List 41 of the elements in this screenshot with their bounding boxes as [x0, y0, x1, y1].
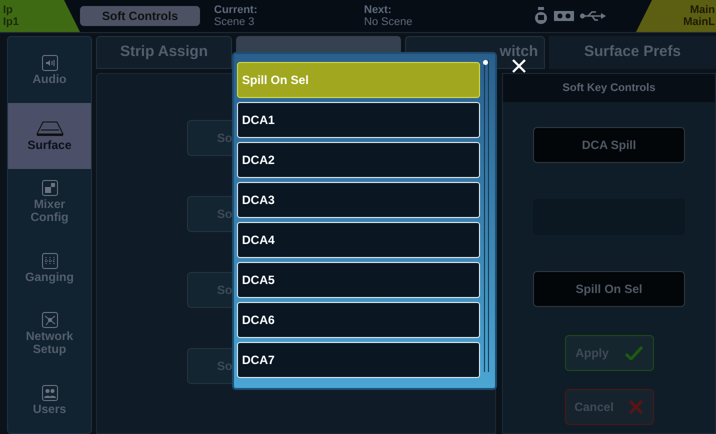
scrollbar[interactable]: [484, 60, 489, 372]
tape-icon: [554, 11, 574, 21]
sidebar-item[interactable]: Network Setup: [8, 301, 91, 367]
mixer-config-icon: [42, 180, 58, 196]
list-option[interactable]: Spill On Sel: [237, 62, 480, 98]
close-icon[interactable]: [512, 59, 526, 73]
current-label: Current:: [214, 4, 258, 16]
console-icon: [36, 120, 64, 136]
list-option[interactable]: DCA5: [237, 262, 480, 298]
grid-icon: [42, 252, 58, 268]
sidebar-item[interactable]: Mixer Config: [8, 169, 91, 235]
panel-header: Soft Key Controls: [503, 74, 715, 102]
list-option[interactable]: DCA6: [237, 302, 480, 338]
list-option[interactable]: DCA2: [237, 142, 480, 178]
sidebar-item[interactable]: Users: [8, 367, 91, 433]
output-label: MainL: [683, 16, 715, 28]
list-option[interactable]: DCA7: [237, 342, 480, 378]
sidebar-item[interactable]: Ganging: [8, 235, 91, 301]
network-port-icon: [534, 7, 548, 25]
input-name: Ip: [3, 4, 14, 16]
list-option[interactable]: DCA3: [237, 182, 480, 218]
sidebar-item[interactable]: Surface: [8, 103, 91, 169]
speaker-icon: [42, 54, 58, 70]
sidebar-item[interactable]: Audio: [8, 37, 91, 103]
check-icon: [624, 346, 643, 360]
next-scene: No Scene: [364, 16, 414, 28]
list-option[interactable]: DCA4: [237, 222, 480, 258]
users-icon: [42, 384, 58, 400]
next-label: Next:: [364, 4, 393, 16]
current-scene: Scene 3: [214, 16, 256, 28]
input-label: Ip1: [3, 16, 20, 28]
surface-prefs-tab[interactable]: Surface Prefs: [549, 36, 716, 69]
strip-assign-tab[interactable]: Strip Assign: [96, 36, 232, 69]
soft-controls-tab[interactable]: Soft Controls: [80, 6, 200, 26]
usb-icon: [580, 10, 606, 22]
network-icon: [42, 312, 58, 328]
list-option[interactable]: DCA1: [237, 102, 480, 138]
output-name: Main: [690, 4, 715, 16]
soft-key-button[interactable]: Spill On Sel: [533, 271, 685, 307]
soft-key-button[interactable]: DCA Spill: [533, 127, 685, 163]
cross-icon: [628, 399, 644, 415]
